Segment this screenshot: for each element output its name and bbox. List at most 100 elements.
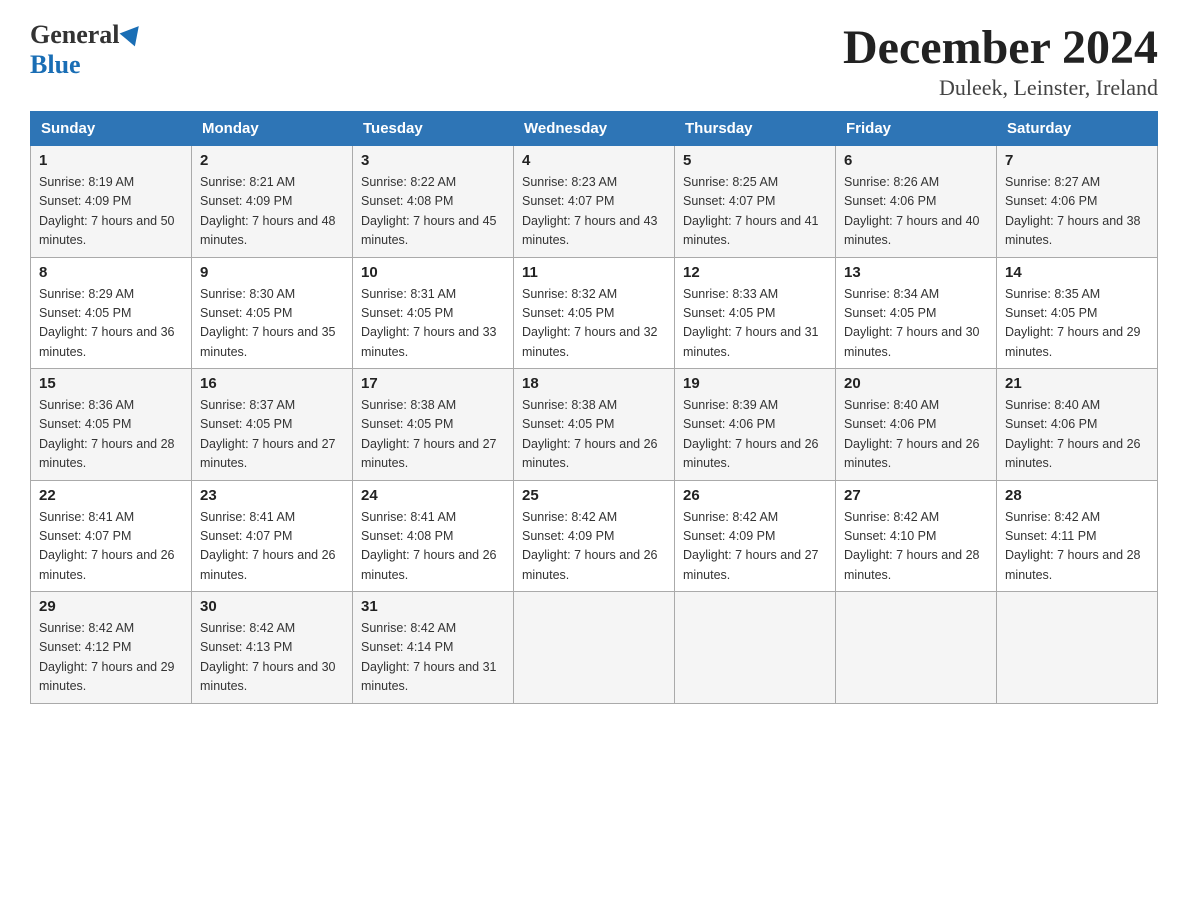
logo: General Blue xyxy=(30,20,143,80)
day-number: 17 xyxy=(361,375,505,392)
calendar-day-cell: 22Sunrise: 8:41 AMSunset: 4:07 PMDayligh… xyxy=(31,480,192,592)
day-info: Sunrise: 8:33 AMSunset: 4:05 PMDaylight:… xyxy=(683,287,819,359)
logo-triangle-icon xyxy=(119,20,146,47)
day-info: Sunrise: 8:41 AMSunset: 4:07 PMDaylight:… xyxy=(39,510,175,582)
calendar-day-cell: 3Sunrise: 8:22 AMSunset: 4:08 PMDaylight… xyxy=(353,146,514,258)
day-number: 6 xyxy=(844,152,988,169)
day-number: 2 xyxy=(200,152,344,169)
header-tuesday: Tuesday xyxy=(353,112,514,146)
day-info: Sunrise: 8:37 AMSunset: 4:05 PMDaylight:… xyxy=(200,398,336,470)
day-number: 11 xyxy=(522,264,666,281)
month-title: December 2024 xyxy=(843,20,1158,75)
day-info: Sunrise: 8:27 AMSunset: 4:06 PMDaylight:… xyxy=(1005,175,1141,247)
calendar-day-cell: 10 Sunrise: 8:31 AMSunset: 4:05 PMDayligh… xyxy=(353,257,514,369)
day-info: Sunrise: 8:42 AMSunset: 4:11 PMDaylight:… xyxy=(1005,510,1141,582)
header-wednesday: Wednesday xyxy=(514,112,675,146)
logo-blue-part xyxy=(120,24,143,46)
calendar-day-cell: 26 Sunrise: 8:42 AMSunset: 4:09 PMDayligh… xyxy=(675,480,836,592)
day-info: Sunrise: 8:23 AMSunset: 4:07 PMDaylight:… xyxy=(522,175,658,247)
day-number: 15 xyxy=(39,375,183,392)
day-number: 7 xyxy=(1005,152,1149,169)
day-info: Sunrise: 8:26 AMSunset: 4:06 PMDaylight:… xyxy=(844,175,980,247)
calendar-day-cell: 29 Sunrise: 8:42 AMSunset: 4:12 PMDayligh… xyxy=(31,592,192,704)
day-info: Sunrise: 8:35 AMSunset: 4:05 PMDaylight:… xyxy=(1005,287,1141,359)
calendar-day-cell xyxy=(997,592,1158,704)
day-info: Sunrise: 8:41 AMSunset: 4:08 PMDaylight:… xyxy=(361,510,497,582)
calendar-day-cell: 14Sunrise: 8:35 AMSunset: 4:05 PMDayligh… xyxy=(997,257,1158,369)
calendar-day-cell: 13Sunrise: 8:34 AMSunset: 4:05 PMDayligh… xyxy=(836,257,997,369)
page-header: General Blue December 2024 Duleek, Leins… xyxy=(30,20,1158,101)
calendar-day-cell: 12Sunrise: 8:33 AMSunset: 4:05 PMDayligh… xyxy=(675,257,836,369)
calendar-day-cell xyxy=(514,592,675,704)
header-thursday: Thursday xyxy=(675,112,836,146)
day-info: Sunrise: 8:32 AMSunset: 4:05 PMDaylight:… xyxy=(522,287,658,359)
calendar-day-cell: 27 Sunrise: 8:42 AMSunset: 4:10 PMDayligh… xyxy=(836,480,997,592)
calendar-day-cell: 16 Sunrise: 8:37 AMSunset: 4:05 PMDayligh… xyxy=(192,369,353,481)
calendar-week-row: 15 Sunrise: 8:36 AMSunset: 4:05 PMDayligh… xyxy=(31,369,1158,481)
calendar-day-cell: 2Sunrise: 8:21 AMSunset: 4:09 PMDaylight… xyxy=(192,146,353,258)
calendar-day-cell xyxy=(836,592,997,704)
calendar-week-row: 29 Sunrise: 8:42 AMSunset: 4:12 PMDayligh… xyxy=(31,592,1158,704)
day-info: Sunrise: 8:39 AMSunset: 4:06 PMDaylight:… xyxy=(683,398,819,470)
day-info: Sunrise: 8:29 AMSunset: 4:05 PMDaylight:… xyxy=(39,287,175,359)
day-info: Sunrise: 8:22 AMSunset: 4:08 PMDaylight:… xyxy=(361,175,497,247)
day-number: 23 xyxy=(200,487,344,504)
day-number: 27 xyxy=(844,487,988,504)
calendar-day-cell: 31 Sunrise: 8:42 AMSunset: 4:14 PMDayligh… xyxy=(353,592,514,704)
calendar-day-cell: 6 Sunrise: 8:26 AMSunset: 4:06 PMDaylight… xyxy=(836,146,997,258)
day-number: 21 xyxy=(1005,375,1149,392)
day-number: 18 xyxy=(522,375,666,392)
calendar-day-cell: 23 Sunrise: 8:41 AMSunset: 4:07 PMDayligh… xyxy=(192,480,353,592)
calendar-day-cell: 8Sunrise: 8:29 AMSunset: 4:05 PMDaylight… xyxy=(31,257,192,369)
day-info: Sunrise: 8:42 AMSunset: 4:14 PMDaylight:… xyxy=(361,621,497,693)
day-info: Sunrise: 8:30 AMSunset: 4:05 PMDaylight:… xyxy=(200,287,336,359)
header-monday: Monday xyxy=(192,112,353,146)
day-info: Sunrise: 8:42 AMSunset: 4:09 PMDaylight:… xyxy=(683,510,819,582)
day-number: 9 xyxy=(200,264,344,281)
day-number: 5 xyxy=(683,152,827,169)
header-sunday: Sunday xyxy=(31,112,192,146)
day-info: Sunrise: 8:31 AMSunset: 4:05 PMDaylight:… xyxy=(361,287,497,359)
day-number: 28 xyxy=(1005,487,1149,504)
calendar-day-cell: 9 Sunrise: 8:30 AMSunset: 4:05 PMDaylight… xyxy=(192,257,353,369)
day-number: 10 xyxy=(361,264,505,281)
calendar-header-row: Sunday Monday Tuesday Wednesday Thursday… xyxy=(31,112,1158,146)
logo-blue-text: Blue xyxy=(30,50,81,80)
day-info: Sunrise: 8:40 AMSunset: 4:06 PMDaylight:… xyxy=(844,398,980,470)
location-title: Duleek, Leinster, Ireland xyxy=(843,75,1158,101)
day-info: Sunrise: 8:38 AMSunset: 4:05 PMDaylight:… xyxy=(522,398,658,470)
calendar-day-cell xyxy=(675,592,836,704)
day-number: 19 xyxy=(683,375,827,392)
calendar-day-cell: 19 Sunrise: 8:39 AMSunset: 4:06 PMDayligh… xyxy=(675,369,836,481)
day-info: Sunrise: 8:41 AMSunset: 4:07 PMDaylight:… xyxy=(200,510,336,582)
day-number: 4 xyxy=(522,152,666,169)
day-info: Sunrise: 8:40 AMSunset: 4:06 PMDaylight:… xyxy=(1005,398,1141,470)
day-info: Sunrise: 8:42 AMSunset: 4:12 PMDaylight:… xyxy=(39,621,175,693)
day-info: Sunrise: 8:38 AMSunset: 4:05 PMDaylight:… xyxy=(361,398,497,470)
day-number: 16 xyxy=(200,375,344,392)
header-friday: Friday xyxy=(836,112,997,146)
day-number: 29 xyxy=(39,598,183,615)
calendar-week-row: 8Sunrise: 8:29 AMSunset: 4:05 PMDaylight… xyxy=(31,257,1158,369)
day-number: 13 xyxy=(844,264,988,281)
calendar-day-cell: 24Sunrise: 8:41 AMSunset: 4:08 PMDayligh… xyxy=(353,480,514,592)
calendar-day-cell: 21 Sunrise: 8:40 AMSunset: 4:06 PMDayligh… xyxy=(997,369,1158,481)
logo-general-text: General xyxy=(30,20,120,50)
day-info: Sunrise: 8:25 AMSunset: 4:07 PMDaylight:… xyxy=(683,175,819,247)
calendar-day-cell: 15 Sunrise: 8:36 AMSunset: 4:05 PMDayligh… xyxy=(31,369,192,481)
calendar-day-cell: 18 Sunrise: 8:38 AMSunset: 4:05 PMDayligh… xyxy=(514,369,675,481)
day-number: 31 xyxy=(361,598,505,615)
calendar-week-row: 22Sunrise: 8:41 AMSunset: 4:07 PMDayligh… xyxy=(31,480,1158,592)
day-number: 20 xyxy=(844,375,988,392)
day-number: 26 xyxy=(683,487,827,504)
calendar-day-cell: 7 Sunrise: 8:27 AMSunset: 4:06 PMDaylight… xyxy=(997,146,1158,258)
calendar-week-row: 1Sunrise: 8:19 AMSunset: 4:09 PMDaylight… xyxy=(31,146,1158,258)
day-number: 25 xyxy=(522,487,666,504)
calendar-day-cell: 20 Sunrise: 8:40 AMSunset: 4:06 PMDayligh… xyxy=(836,369,997,481)
day-info: Sunrise: 8:36 AMSunset: 4:05 PMDaylight:… xyxy=(39,398,175,470)
day-number: 1 xyxy=(39,152,183,169)
header-saturday: Saturday xyxy=(997,112,1158,146)
day-info: Sunrise: 8:42 AMSunset: 4:10 PMDaylight:… xyxy=(844,510,980,582)
calendar-day-cell: 11 Sunrise: 8:32 AMSunset: 4:05 PMDayligh… xyxy=(514,257,675,369)
title-block: December 2024 Duleek, Leinster, Ireland xyxy=(843,20,1158,101)
